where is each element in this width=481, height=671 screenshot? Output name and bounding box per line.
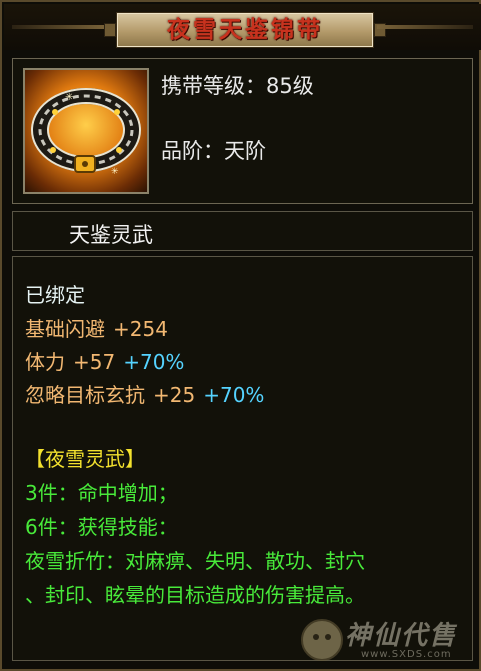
attribute-value: +25 [153,383,196,407]
set-name-bar: 天鉴灵武 [12,211,473,251]
set-effect-line: 、封印、眩晕的目标造成的伤害提高。 [25,583,365,607]
watermark: 神仙代售 www.SXDS.com [301,615,471,663]
title-bar: 夜雪天鉴锦带 [4,4,481,50]
bound-status: 已绑定 [25,283,85,307]
item-info-panel: ✳ ✳ 携带等级：85级 品阶：天阶 [12,58,473,204]
svg-text:✳: ✳ [111,167,119,177]
set-name: 天鉴灵武 [69,223,153,247]
set-title: 【夜雪灵武】 [25,447,145,471]
belt-icon-graphic: ✳ ✳ [31,88,141,177]
watermark-title: 神仙代售 [345,621,458,651]
svg-text:✳: ✳ [65,92,73,103]
title-plate: 夜雪天鉴锦带 [104,12,386,48]
attribute-row: 体力 +57 +70% [25,346,184,375]
attributes-panel: 已绑定 基础闪避 +254 体力 +57 +70% 忽略目标玄抗 +25 +70% 【夜雪… [12,256,473,661]
set-effect-line: 3件：命中增加； [25,481,178,505]
item-title: 夜雪天鉴锦带 [167,17,323,43]
mascot-logo-icon [301,619,343,661]
golden-belt-icon: ✳ ✳ [23,68,149,194]
attribute-value: +254 [113,317,168,341]
attribute-value: +57 [73,350,116,374]
item-tooltip-window: 夜雪天鉴锦带 ✳ ✳ 携带等级：85级 品阶：天阶 天鉴灵武 已绑定 基础闪避 … [0,0,481,671]
attribute-bonus: +70% [123,350,185,374]
attribute-label: 忽略目标玄抗 [25,383,145,407]
title-ornament-right [377,25,473,29]
attribute-bonus: +70% [203,383,265,407]
level-requirement: 携带等级：85级 [161,74,314,98]
attribute-label: 体力 [25,350,65,374]
item-grade: 品阶：天阶 [161,139,266,163]
attribute-label: 基础闪避 [25,317,105,341]
attribute-row: 忽略目标玄抗 +25 +70% [25,379,264,408]
watermark-url: www.SXDS.com [361,649,452,660]
set-effect-line: 夜雪折竹：对麻痹、失明、散功、封穴 [25,549,365,573]
set-effect-line: 6件：获得技能： [25,515,178,539]
attribute-row: 基础闪避 +254 [25,313,168,342]
title-ornament-left [12,25,108,29]
